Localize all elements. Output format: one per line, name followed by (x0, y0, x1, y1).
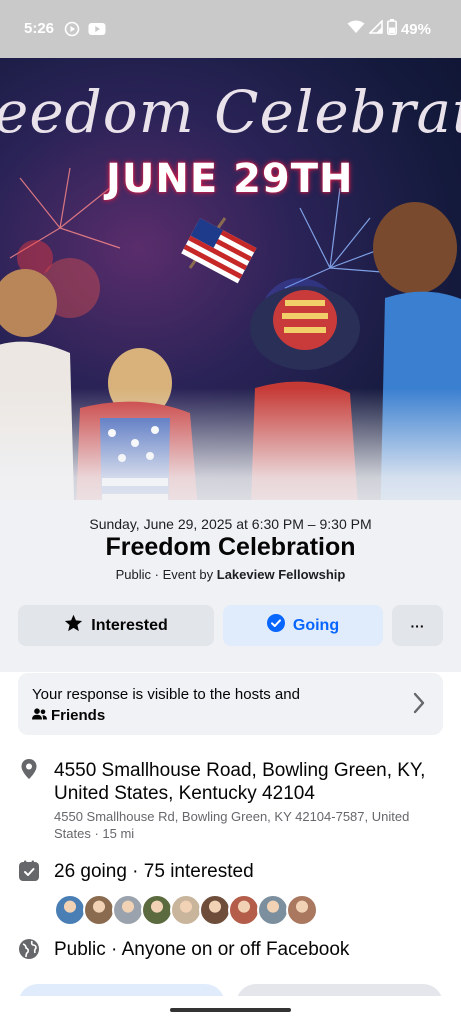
status-bar: 5:26 49% (0, 0, 461, 58)
attendee-avatar[interactable] (286, 894, 318, 926)
event-host-link[interactable]: Lakeview Fellowship (217, 567, 346, 582)
privacy-text: Public · Anyone on or off Facebook (54, 939, 350, 960)
battery-icon (386, 19, 397, 39)
location-secondary-address: 4550 Smallhouse Rd, Bowling Green, KY 42… (54, 809, 410, 841)
attendee-avatar[interactable] (112, 894, 144, 926)
location-pin-icon (18, 758, 40, 780)
status-time: 5:26 (24, 20, 55, 37)
attendee-avatar[interactable] (199, 894, 231, 926)
visibility-text-block: Your response is visible to the hosts an… (32, 684, 300, 726)
attendee-avatar[interactable] (257, 894, 289, 926)
location-primary-address[interactable]: 4550 Smallhouse Road, Bowling Green, KY,… (54, 759, 444, 805)
calendar-check-icon (18, 860, 40, 882)
event-meta: Public · Event by Lakeview Fellowship (0, 567, 461, 582)
status-right: 49% (347, 19, 431, 39)
interested-label: Interested (91, 616, 168, 634)
event-datetime: Sunday, June 29, 2025 at 6:30 PM – 9:30 … (89, 516, 372, 532)
attendee-avatar[interactable] (54, 894, 86, 926)
interested-button[interactable]: Interested (18, 605, 214, 646)
cover-script-title: eedom Celebrati (0, 78, 461, 146)
youtube-icon (88, 21, 106, 42)
attendee-avatar[interactable] (141, 894, 173, 926)
attendee-avatar[interactable] (228, 894, 260, 926)
chevron-right-icon (413, 692, 425, 719)
more-dots-icon: ··· (410, 617, 425, 634)
visibility-text: Your response is visible to the hosts an… (32, 686, 300, 703)
signal-icon (368, 19, 383, 38)
check-circle-icon (266, 614, 285, 637)
more-options-button[interactable]: ··· (392, 605, 443, 646)
visibility-audience: Friends (32, 705, 300, 726)
star-icon (64, 614, 83, 637)
attendee-avatar[interactable] (170, 894, 202, 926)
going-button[interactable]: Going (223, 605, 383, 646)
attendance-summary[interactable]: 26 going · 75 interested (54, 861, 254, 883)
battery-percent: 49% (400, 20, 431, 38)
event-header: Sunday, June 29, 2025 at 6:30 PM – 9:30 … (0, 500, 461, 672)
status-left-icons (64, 21, 106, 42)
visibility-audience-label: Friends (51, 707, 106, 724)
friends-icon (32, 705, 47, 726)
attendee-avatars[interactable] (54, 894, 318, 926)
going-label: Going (292, 616, 340, 634)
wifi-icon (347, 20, 365, 38)
attendee-avatar[interactable] (83, 894, 115, 926)
home-indicator[interactable] (170, 1008, 291, 1012)
play-circle-icon (64, 21, 80, 42)
event-cover-image[interactable]: eedom Celebrati JUNE 29TH (0, 58, 461, 534)
response-visibility-card[interactable]: Your response is visible to the hosts an… (18, 673, 443, 735)
event-title: Freedom Celebration (105, 533, 356, 561)
event-meta-prefix: Public · Event by (115, 567, 217, 582)
cover-date-text: JUNE 29TH (106, 156, 354, 202)
globe-icon (18, 938, 40, 960)
